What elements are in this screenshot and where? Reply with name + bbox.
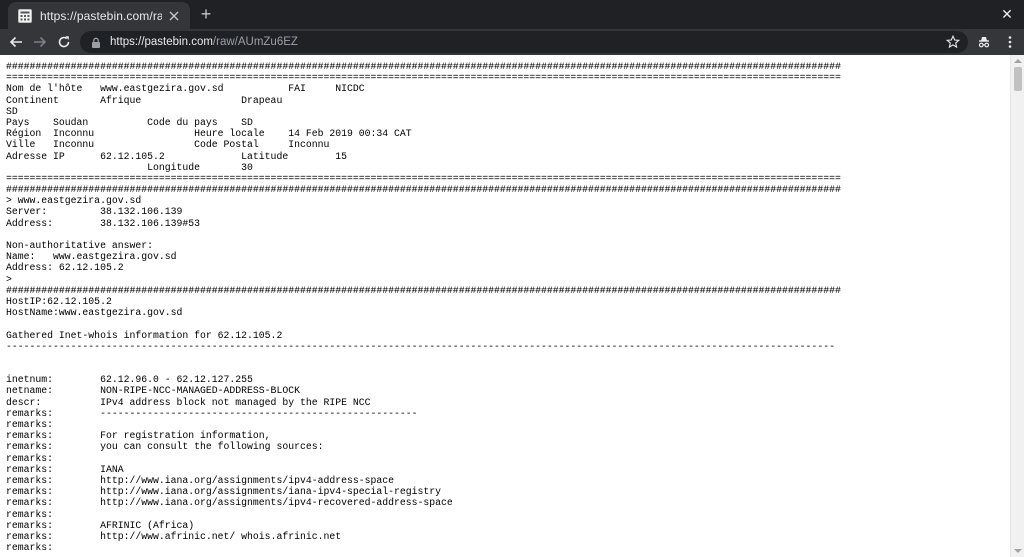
browser-menu-button[interactable]: [1000, 32, 1020, 52]
text-line: remarks:: [6, 419, 54, 430]
back-button[interactable]: [6, 32, 26, 52]
tab-strip: https://pastebin.com/raw/AUmZu6EZ + ✕: [0, 0, 1024, 29]
scroll-down-arrow-icon[interactable]: [1011, 545, 1024, 557]
text-line: remarks: http://www.afrinic.net/ whois.a…: [6, 530, 342, 542]
vertical-scrollbar[interactable]: [1010, 55, 1024, 557]
text-line: Server: 38.132.106.139: [6, 206, 183, 218]
text-line: [6, 352, 1006, 363]
text-line: Address: 38.132.106.139#53: [6, 217, 201, 229]
text-line: ========================================…: [6, 72, 841, 84]
text-line: [6, 229, 1006, 240]
page-content: ########################################…: [0, 55, 1024, 557]
kebab-menu-icon: [1008, 36, 1012, 48]
text-line: > www.eastgezira.gov.sd: [6, 195, 142, 207]
address-bar[interactable]: https://pastebin.com/raw/AUmZu6EZ: [80, 31, 968, 53]
text-line: ########################################…: [6, 284, 841, 296]
text-line: HostIP:62.12.105.2: [6, 295, 112, 307]
browser-tab[interactable]: https://pastebin.com/raw/AUmZu6EZ: [8, 2, 190, 29]
text-line: remarks:: [6, 542, 54, 554]
window-close-button[interactable]: ✕: [998, 5, 1016, 23]
text-line: descr: IPv4 address block not managed by…: [6, 396, 371, 408]
text-line: remarks:: [6, 508, 54, 520]
browser-toolbar: https://pastebin.com/raw/AUmZu6EZ: [0, 29, 1024, 55]
text-line: Continent Afrique Drapeau: [6, 94, 283, 106]
text-line: remarks: you can consult the following s…: [6, 441, 324, 453]
text-line: remarks: -------------------------------…: [6, 407, 418, 419]
text-line: remarks: AFRINIC (Africa): [6, 519, 195, 531]
scroll-up-arrow-icon[interactable]: [1011, 55, 1024, 67]
text-line: Région Inconnu Heure locale 14 Feb 2019 …: [6, 128, 412, 140]
incognito-button[interactable]: [974, 32, 994, 52]
url-path: /raw/AUmZu6EZ: [212, 36, 298, 48]
text-line: remarks: IANA: [6, 463, 124, 475]
text-line: remarks: http://www.iana.org/assignments…: [6, 486, 442, 498]
back-arrow-icon: [9, 36, 22, 48]
text-line: netname: NON-RIPE-NCC-MANAGED-ADDRESS-BL…: [6, 385, 300, 397]
text-line: Name: www.eastgezira.gov.sd: [6, 251, 177, 263]
text-line: >: [6, 273, 12, 285]
tab-title: https://pastebin.com/raw/AUmZu6EZ: [40, 8, 162, 23]
reload-icon: [58, 36, 70, 48]
scrollbar-thumb[interactable]: [1014, 67, 1022, 91]
text-line: SD: [6, 105, 18, 117]
text-line: ########################################…: [6, 61, 841, 72]
close-icon[interactable]: [166, 8, 182, 24]
pastebin-favicon-icon: [18, 8, 32, 23]
forward-arrow-icon: [34, 36, 47, 48]
address-url: https://pastebin.com/raw/AUmZu6EZ: [110, 36, 298, 48]
text-line: ----------------------------------------…: [6, 340, 835, 352]
new-tab-button[interactable]: +: [196, 4, 216, 24]
text-line: remarks: For registration information,: [6, 430, 271, 442]
text-line: [6, 318, 1006, 329]
text-line: HostName:www.eastgezira.gov.sd: [6, 307, 183, 319]
text-line: remarks:: [6, 452, 54, 464]
text-line: Gathered Inet-whois information for 62.1…: [6, 329, 283, 341]
text-line: ########################################…: [6, 184, 841, 196]
reload-button[interactable]: [54, 32, 74, 52]
text-line: Address: 62.12.105.2: [6, 262, 124, 274]
text-line: Longitude 30: [6, 161, 253, 173]
raw-paste-text: ########################################…: [6, 61, 1006, 553]
text-line: Pays Soudan Code du pays SD: [6, 116, 253, 128]
text-line: Ville Inconnu Code Postal Inconnu: [6, 139, 330, 151]
text-line: Nom de l'hôte www.eastgezira.gov.sd FAI …: [6, 83, 365, 95]
text-line: ========================================…: [6, 172, 841, 184]
text-line: remarks: http://www.iana.org/assignments…: [6, 474, 395, 486]
text-line: Adresse IP 62.12.105.2 Latitude 15: [6, 150, 347, 162]
lock-icon[interactable]: [90, 36, 102, 48]
text-line: remarks: http://www.iana.org/assignments…: [6, 497, 453, 509]
bookmark-star-icon[interactable]: [945, 34, 961, 49]
forward-button[interactable]: [30, 32, 50, 52]
url-host: https://pastebin.com: [110, 36, 213, 48]
text-line: [6, 363, 1006, 374]
text-line: inetnum: 62.12.96.0 - 62.12.127.255: [6, 374, 253, 386]
incognito-icon: [978, 37, 990, 48]
text-line: Non-authoritative answer:: [6, 240, 153, 251]
